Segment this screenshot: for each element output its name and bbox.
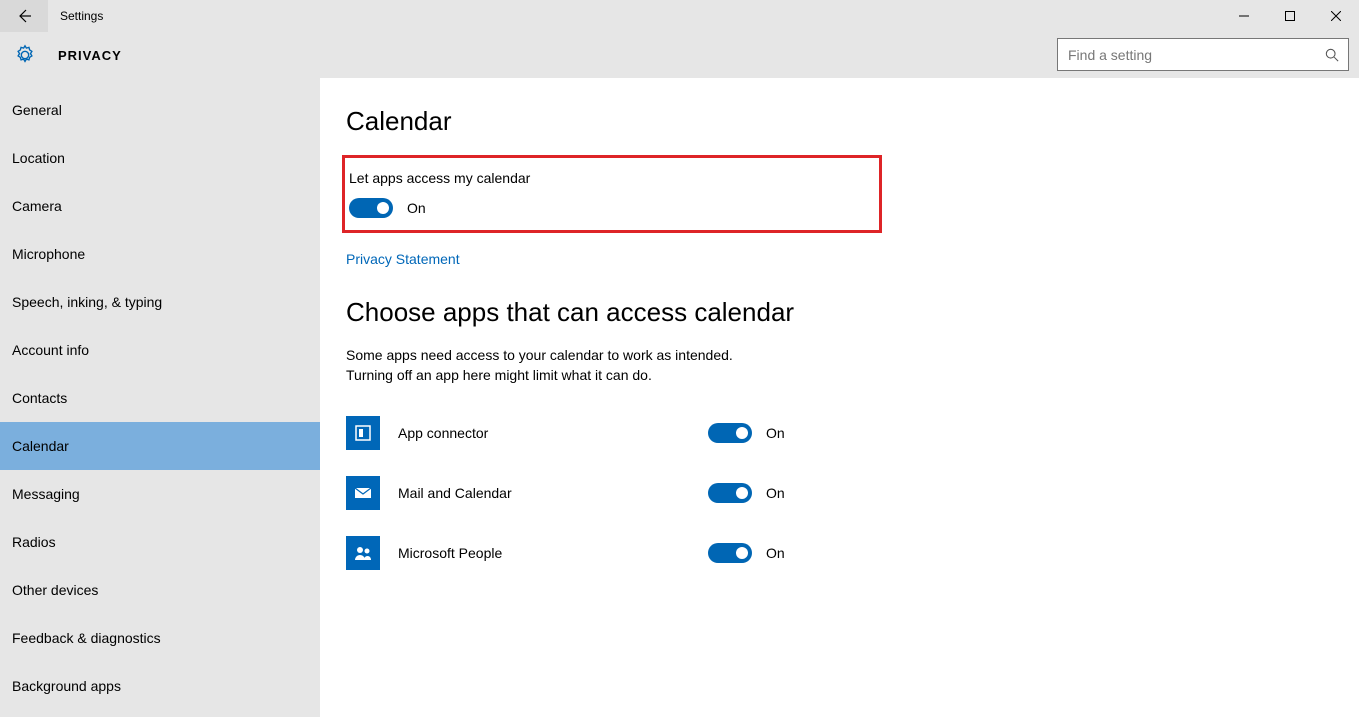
toggle-knob	[736, 547, 748, 559]
sidebar-item-calendar[interactable]: Calendar	[0, 422, 320, 470]
sidebar-item-camera[interactable]: Camera	[0, 182, 320, 230]
sidebar-item-label: Messaging	[12, 486, 80, 502]
app-name: Mail and Calendar	[398, 485, 708, 501]
sidebar-item-contacts[interactable]: Contacts	[0, 374, 320, 422]
search-icon	[1316, 48, 1348, 62]
sidebar-item-label: General	[12, 102, 62, 118]
sidebar-item-feedback[interactable]: Feedback & diagnostics	[0, 614, 320, 662]
apps-section-heading: Choose apps that can access calendar	[346, 297, 1359, 328]
maximize-button[interactable]	[1267, 0, 1313, 32]
sidebar-item-microphone[interactable]: Microphone	[0, 230, 320, 278]
people-toggle[interactable]	[708, 543, 752, 563]
search-input[interactable]	[1058, 47, 1316, 63]
sidebar-item-label: Background apps	[12, 678, 121, 694]
desc-line-1: Some apps need access to your calendar t…	[346, 347, 733, 363]
app-row-people: Microsoft People On	[346, 523, 1359, 583]
privacy-statement-link[interactable]: Privacy Statement	[346, 251, 460, 267]
header: PRIVACY	[0, 32, 1359, 78]
app-name: App connector	[398, 425, 708, 441]
titlebar: Settings	[0, 0, 1359, 32]
apps-section-description: Some apps need access to your calendar t…	[346, 346, 1359, 385]
back-arrow-icon	[16, 8, 32, 24]
sidebar-item-label: Feedback & diagnostics	[12, 630, 161, 646]
sidebar-item-radios[interactable]: Radios	[0, 518, 320, 566]
sidebar-item-label: Microphone	[12, 246, 85, 262]
sidebar-item-general[interactable]: General	[0, 86, 320, 134]
mail-toggle[interactable]	[708, 483, 752, 503]
search-box[interactable]	[1057, 38, 1349, 71]
page-title: Calendar	[346, 106, 1359, 137]
sidebar-item-account-info[interactable]: Account info	[0, 326, 320, 374]
sidebar-item-label: Other devices	[12, 582, 98, 598]
maximize-icon	[1285, 11, 1295, 21]
highlight-box: Let apps access my calendar On	[342, 155, 882, 233]
close-icon	[1331, 11, 1341, 21]
minimize-button[interactable]	[1221, 0, 1267, 32]
mail-icon	[346, 476, 380, 510]
sidebar-item-messaging[interactable]: Messaging	[0, 470, 320, 518]
app-toggle-state: On	[766, 545, 785, 561]
app-connector-icon	[346, 416, 380, 450]
sidebar-item-label: Speech, inking, & typing	[12, 294, 162, 310]
sidebar: General Location Camera Microphone Speec…	[0, 78, 320, 717]
close-button[interactable]	[1313, 0, 1359, 32]
app-name: Microsoft People	[398, 545, 708, 561]
minimize-icon	[1239, 11, 1249, 21]
sidebar-item-speech[interactable]: Speech, inking, & typing	[0, 278, 320, 326]
master-toggle-state: On	[407, 200, 426, 216]
desc-line-2: Turning off an app here might limit what…	[346, 367, 652, 383]
sidebar-item-location[interactable]: Location	[0, 134, 320, 182]
sidebar-item-label: Radios	[12, 534, 56, 550]
sidebar-item-label: Location	[12, 150, 65, 166]
app-row-connector: App connector On	[346, 403, 1359, 463]
toggle-knob	[736, 427, 748, 439]
gear-icon	[14, 44, 36, 66]
master-toggle[interactable]	[349, 198, 393, 218]
sidebar-item-label: Account info	[12, 342, 89, 358]
app-toggle-state: On	[766, 425, 785, 441]
header-label: PRIVACY	[58, 48, 122, 63]
caption-buttons	[1221, 0, 1359, 32]
toggle-knob	[736, 487, 748, 499]
content: Calendar Let apps access my calendar On …	[320, 78, 1359, 717]
sidebar-item-label: Calendar	[12, 438, 69, 454]
people-icon	[346, 536, 380, 570]
app-toggle-state: On	[766, 485, 785, 501]
master-toggle-label: Let apps access my calendar	[349, 170, 879, 186]
app-row-mail: Mail and Calendar On	[346, 463, 1359, 523]
sidebar-item-background-apps[interactable]: Background apps	[0, 662, 320, 710]
sidebar-item-label: Camera	[12, 198, 62, 214]
window-title: Settings	[60, 9, 103, 23]
back-button[interactable]	[0, 0, 48, 32]
toggle-knob	[377, 202, 389, 214]
sidebar-item-other-devices[interactable]: Other devices	[0, 566, 320, 614]
app-connector-toggle[interactable]	[708, 423, 752, 443]
sidebar-item-label: Contacts	[12, 390, 67, 406]
